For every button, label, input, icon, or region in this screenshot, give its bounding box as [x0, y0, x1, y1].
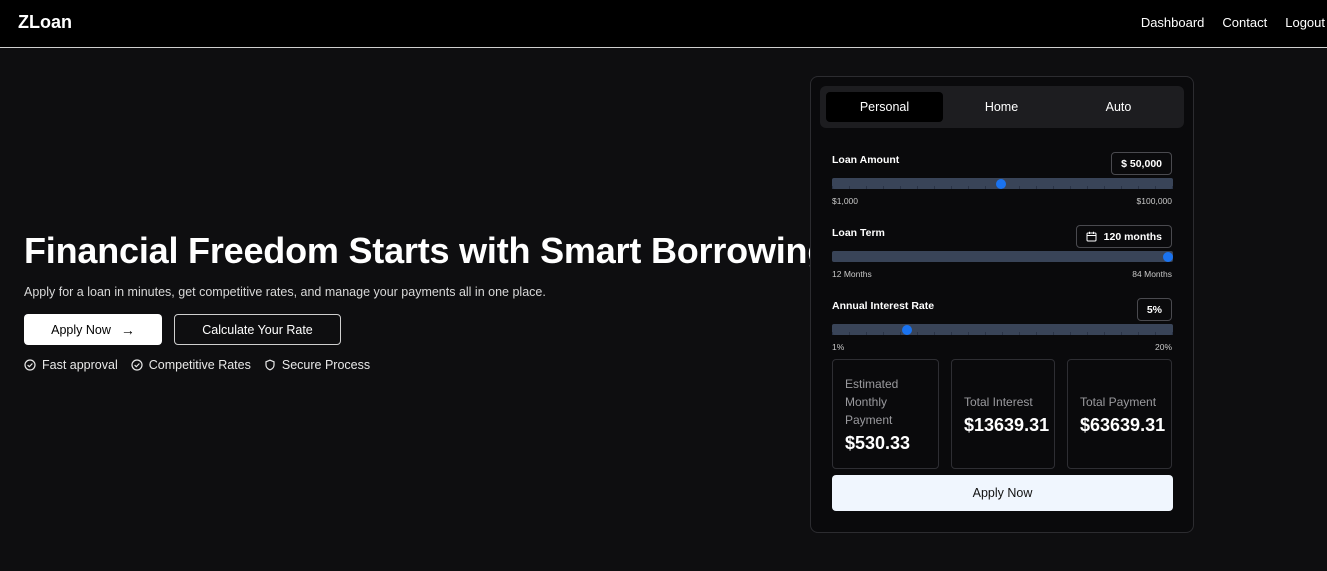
loan-type-tabs: Personal Home Auto — [820, 86, 1184, 128]
total-payment-value: $63639.31 — [1080, 414, 1166, 435]
total-payment-card: Total Payment $63639.31 — [1067, 359, 1172, 469]
interest-rate-max: 20% — [1154, 342, 1172, 352]
monthly-payment-card: Estimated Monthly Payment $530.33 — [832, 359, 939, 469]
loan-amount-min: $1,000 — [832, 196, 858, 206]
tab-home[interactable]: Home — [943, 92, 1060, 122]
feature-fast-approval: Fast approval — [24, 358, 118, 372]
total-interest-value: $13639.31 — [964, 414, 1050, 435]
arrow-right-icon: → — [120, 321, 135, 338]
check-circle-icon — [24, 359, 36, 371]
total-payment-label: Total Payment — [1080, 394, 1157, 409]
interest-rate-slider[interactable] — [832, 324, 1173, 335]
check-circle-icon — [131, 359, 143, 371]
total-interest-card: Total Interest $13639.31 — [951, 359, 1055, 469]
nav-contact-link[interactable]: Contact — [1222, 15, 1267, 30]
feature-label: Secure Process — [281, 358, 371, 372]
nav-links: Dashboard Contact Logout — [1141, 15, 1327, 30]
interest-rate-min: 1% — [832, 342, 845, 352]
loan-amount-value[interactable]: $ 50,000 — [1111, 152, 1172, 175]
loan-calculator-card: Personal Home Auto Loan Amount $ 50,000 … — [810, 76, 1194, 533]
calendar-icon — [1086, 231, 1097, 242]
monthly-payment-label: Estimated Monthly Payment — [845, 376, 899, 427]
tab-personal[interactable]: Personal — [826, 92, 943, 122]
loan-term-thumb[interactable] — [1163, 251, 1173, 262]
feature-label: Fast approval — [42, 358, 118, 372]
interest-rate-thumb[interactable] — [902, 324, 913, 335]
hero-subtitle: Apply for a loan in minutes, get competi… — [24, 285, 546, 299]
loan-term-slider[interactable] — [832, 251, 1173, 262]
loan-amount-slider[interactable] — [832, 178, 1173, 189]
monthly-payment-value: $530.33 — [845, 432, 911, 453]
feature-secure-process: Secure Process — [264, 358, 370, 372]
calculate-rate-button[interactable]: Calculate Your Rate — [174, 314, 341, 345]
shield-icon — [265, 359, 275, 371]
loan-amount-thumb[interactable] — [995, 178, 1006, 189]
loan-amount-max: $100,000 — [1136, 196, 1172, 206]
tab-auto[interactable]: Auto — [1060, 92, 1177, 122]
feature-competitive-rates: Competitive Rates — [131, 358, 251, 372]
nav-dashboard-link[interactable]: Dashboard — [1141, 15, 1205, 30]
loan-term-value[interactable]: 120 months — [1075, 225, 1172, 248]
loan-term-label: Loan Term — [832, 227, 885, 239]
apply-now-label: Apply Now — [51, 322, 111, 337]
loan-term-min: 12 Months — [832, 269, 872, 279]
slider-ticks — [832, 332, 1173, 335]
loan-term-max: 84 Months — [1132, 269, 1172, 279]
card-apply-now-button[interactable]: Apply Now — [832, 475, 1173, 511]
total-interest-label: Total Interest — [964, 394, 1033, 409]
interest-rate-label: Annual Interest Rate — [832, 300, 935, 312]
nav-logout-link[interactable]: Logout — [1285, 15, 1325, 30]
interest-rate-value[interactable]: 5% — [1136, 298, 1172, 321]
hero-title: Financial Freedom Starts with Smart Borr… — [24, 230, 830, 271]
apply-now-button[interactable]: Apply Now → — [24, 314, 162, 345]
feature-label: Competitive Rates — [148, 358, 251, 372]
brand-logo[interactable]: ZLoan — [18, 12, 72, 33]
loan-amount-label: Loan Amount — [832, 154, 900, 166]
loan-term-text: 120 months — [1103, 230, 1162, 243]
top-navbar: ZLoan Dashboard Contact Logout — [0, 0, 1327, 48]
feature-list: Fast approval Competitive Rates Secure P… — [24, 358, 383, 372]
